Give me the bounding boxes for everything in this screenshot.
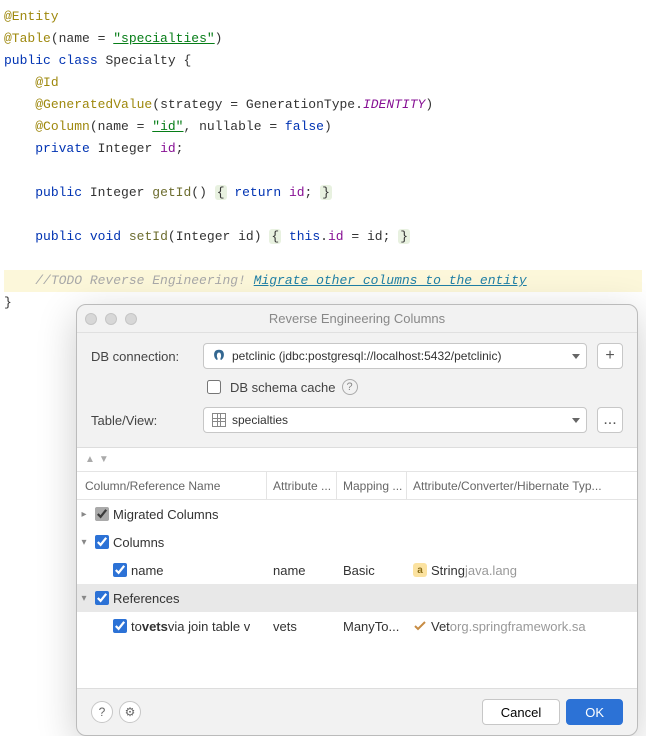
group-columns[interactable]: ▾ Columns (77, 528, 637, 556)
annotation-icon: a (413, 563, 427, 577)
references-checkbox[interactable] (95, 591, 109, 605)
chevron-down-icon (572, 354, 580, 359)
db-connection-combo[interactable]: petclinic (jdbc:postgresql://localhost:5… (203, 343, 587, 369)
table-view-label: Table/View: (91, 413, 193, 428)
table-view-combo[interactable]: specialties (203, 407, 587, 433)
table-icon (212, 413, 226, 427)
columns-grid: ▲ ▼ Column/Reference Name Attribute ... … (77, 447, 637, 689)
code-editor[interactable]: @Entity @Table(name = "specialties") pub… (0, 0, 646, 320)
db-connection-label: DB connection: (91, 349, 193, 364)
add-connection-button[interactable]: + (597, 343, 623, 369)
grid-header: Column/Reference Name Attribute ... Mapp… (77, 472, 637, 500)
dialog-title: Reverse Engineering Columns (77, 311, 637, 326)
header-attribute[interactable]: Attribute ... (267, 472, 337, 499)
sort-asc-icon[interactable]: ▲ (85, 454, 95, 465)
db-connection-value: petclinic (jdbc:postgresql://localhost:5… (232, 349, 501, 363)
table-view-value: specialties (232, 413, 288, 427)
chevron-down-icon (572, 418, 580, 423)
header-mapping[interactable]: Mapping ... (337, 472, 407, 499)
reference-checkbox[interactable] (113, 619, 127, 633)
header-type[interactable]: Attribute/Converter/Hibernate Typ... (407, 472, 637, 499)
help-icon[interactable]: ? (342, 379, 358, 395)
collapse-icon[interactable]: ▾ (77, 593, 91, 604)
row-reference-vets[interactable]: to vets via join table v vets ManyTo... … (77, 612, 637, 640)
ok-button[interactable]: OK (566, 699, 623, 725)
name-checkbox[interactable] (113, 563, 127, 577)
window-minimize-icon[interactable] (105, 313, 117, 325)
columns-checkbox[interactable] (95, 535, 109, 549)
group-references[interactable]: ▾ References (77, 584, 637, 612)
schema-cache-label: DB schema cache (230, 380, 336, 395)
sort-desc-icon[interactable]: ▼ (99, 454, 109, 465)
migrated-checkbox[interactable] (95, 507, 109, 521)
window-zoom-icon[interactable] (125, 313, 137, 325)
collapse-icon[interactable]: ▾ (77, 537, 91, 548)
help-button[interactable]: ? (91, 701, 113, 723)
window-close-icon[interactable] (85, 313, 97, 325)
browse-button[interactable]: ... (597, 407, 623, 433)
settings-button[interactable] (119, 701, 141, 723)
postgresql-icon (212, 349, 226, 363)
header-column-name[interactable]: Column/Reference Name (77, 472, 267, 499)
reverse-engineering-dialog: Reverse Engineering Columns DB connectio… (76, 304, 638, 736)
expand-icon[interactable]: ▸ (77, 509, 91, 520)
group-migrated-columns[interactable]: ▸ Migrated Columns (77, 500, 637, 528)
schema-cache-checkbox[interactable] (207, 380, 221, 394)
dialog-titlebar: Reverse Engineering Columns (77, 305, 637, 333)
cancel-button[interactable]: Cancel (482, 699, 560, 725)
class-icon (413, 619, 427, 633)
row-name-column[interactable]: name name Basic a String java.lang (77, 556, 637, 584)
